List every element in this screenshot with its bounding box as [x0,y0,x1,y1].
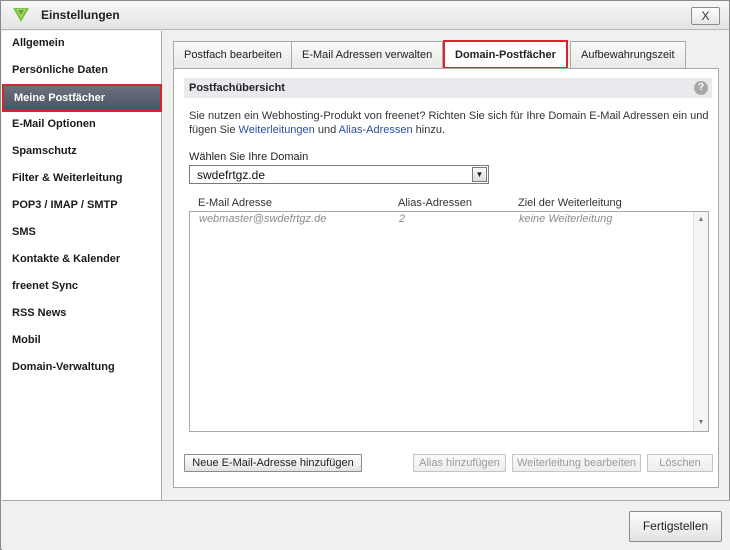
mailbox-list[interactable]: webmaster@swdefrtgz.de 2 keine Weiterlei… [189,211,709,432]
intro-text-part2: und [314,124,339,136]
sidebar-item-filter-weiterleitung[interactable]: Filter & Weiterleitung [2,166,162,191]
delete-button[interactable]: Löschen [647,454,713,472]
freenet-logo-icon [13,8,29,22]
domain-select[interactable]: swdefrtgz.de ▼ [189,165,489,184]
domain-select-value: swdefrtgz.de [197,168,266,182]
row-email: webmaster@swdefrtgz.de [199,213,327,225]
dropdown-arrow-icon[interactable]: ▼ [472,167,487,182]
sidebar-item-sms[interactable]: SMS [2,220,162,245]
intro-text-part3: hinzu. [412,124,446,136]
alias-adressen-link[interactable]: Alias-Adressen [339,124,413,136]
edit-forward-button[interactable]: Weiterleitung bearbeiten [512,454,641,472]
tab-email-adressen-verwalten[interactable]: E-Mail Adressen verwalten [291,41,444,68]
sidebar-item-mobil[interactable]: Mobil [2,328,162,353]
tab-domain-postfaecher[interactable]: Domain-Postfächer [443,40,568,69]
column-header-email: E-Mail Adresse [198,197,272,209]
scroll-down-icon[interactable]: ▼ [696,418,706,428]
scroll-up-icon[interactable]: ▲ [696,215,706,225]
column-header-alias: Alias-Adressen [398,197,472,209]
intro-text: Sie nutzen ein Webhosting-Produkt von fr… [189,109,709,137]
content-area: Postfach bearbeiten E-Mail Adressen verw… [163,31,729,500]
dialog-footer: Fertigstellen [2,500,730,550]
sidebar-item-meine-postfaecher[interactable]: Meine Postfächer [2,84,162,112]
tab-aufbewahrungszeit[interactable]: Aufbewahrungszeit [570,41,686,68]
domain-select-label: Wählen Sie Ihre Domain [189,151,309,163]
sidebar-item-freenet-sync[interactable]: freenet Sync [2,274,162,299]
table-row[interactable]: webmaster@swdefrtgz.de 2 keine Weiterlei… [190,212,690,228]
section-header: Postfachübersicht ? [184,78,712,98]
list-scrollbar[interactable]: ▲ ▼ [693,212,708,431]
close-button[interactable]: X [691,7,720,25]
sidebar-item-email-optionen[interactable]: E-Mail Optionen [2,112,162,137]
help-icon[interactable]: ? [694,81,708,95]
row-alias-count: 2 [399,213,406,225]
section-title: Postfachübersicht [189,82,285,94]
sidebar-item-allgemein[interactable]: Allgemein [2,31,162,56]
sidebar-item-spamschutz[interactable]: Spamschutz [2,139,162,164]
add-alias-button[interactable]: Alias hinzufügen [413,454,506,472]
add-email-address-button[interactable]: Neue E-Mail-Adresse hinzufügen [184,454,362,472]
domain-postfaecher-panel: Postfachübersicht ? Sie nutzen ein Webho… [173,68,719,488]
column-header-target: Ziel der Weiterleitung [518,197,622,209]
sidebar-item-rss-news[interactable]: RSS News [2,301,162,326]
finish-button[interactable]: Fertigstellen [629,511,722,542]
settings-sidebar: Allgemein Persönliche Daten Meine Postfä… [2,31,162,500]
weiterleitungen-link[interactable]: Weiterleitungen [239,124,315,136]
settings-window: Einstellungen X Allgemein Persönliche Da… [0,0,730,550]
title-bar: Einstellungen X [1,1,729,30]
sidebar-item-kontakte-kalender[interactable]: Kontakte & Kalender [2,247,162,272]
sidebar-item-persoenliche-daten[interactable]: Persönliche Daten [2,58,162,83]
window-title: Einstellungen [41,8,120,22]
sidebar-item-domain-verwaltung[interactable]: Domain-Verwaltung [2,355,162,380]
sidebar-item-pop3-imap-smtp[interactable]: POP3 / IMAP / SMTP [2,193,162,218]
tab-postfach-bearbeiten[interactable]: Postfach bearbeiten [173,41,293,68]
row-forward-target: keine Weiterleitung [519,213,613,225]
